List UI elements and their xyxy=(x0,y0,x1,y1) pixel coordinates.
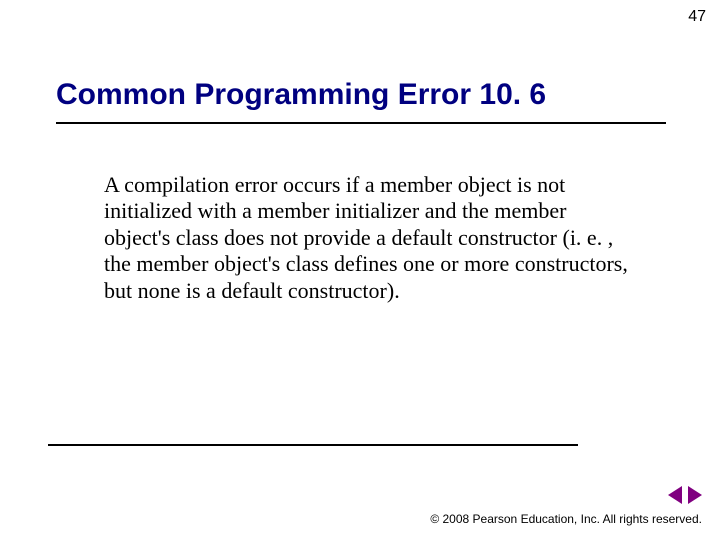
title-underline xyxy=(56,122,666,124)
prev-arrow-icon[interactable] xyxy=(668,486,682,504)
next-arrow-icon[interactable] xyxy=(688,486,702,504)
slide-title: Common Programming Error 10. 6 xyxy=(56,78,546,112)
body-paragraph: A compilation error occurs if a member o… xyxy=(104,172,634,304)
bottom-rule xyxy=(48,444,578,446)
page-number: 47 xyxy=(688,8,706,26)
copyright-text: © 2008 Pearson Education, Inc. All right… xyxy=(430,512,702,526)
nav-arrows xyxy=(668,486,702,504)
